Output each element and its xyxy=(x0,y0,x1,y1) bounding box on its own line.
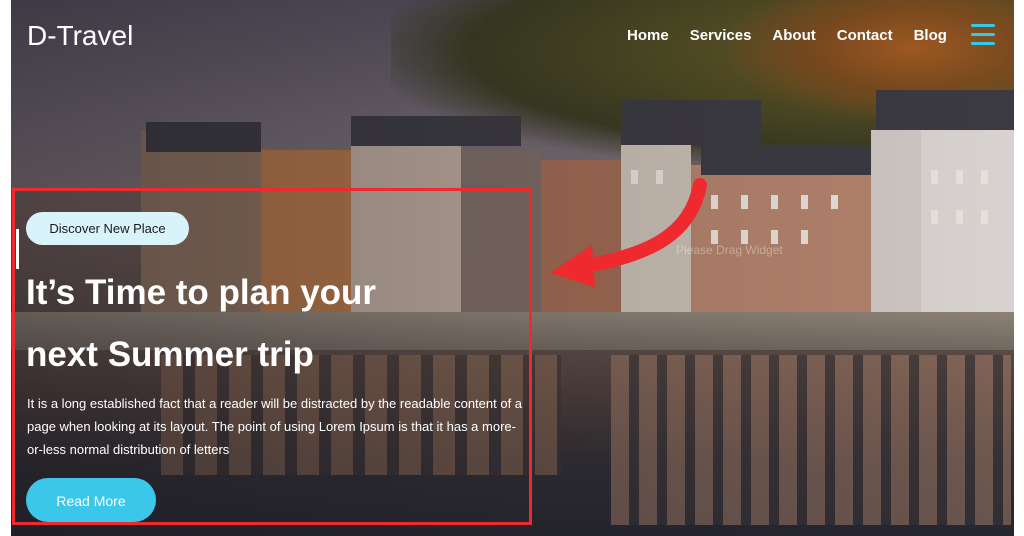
curved-arrow-icon xyxy=(550,178,707,287)
page-margin-right xyxy=(1014,0,1024,536)
main-nav: Home Services About Contact Blog xyxy=(627,27,947,44)
nav-link-contact[interactable]: Contact xyxy=(837,27,893,44)
annotation-highlight-box xyxy=(12,188,532,525)
nav-link-blog[interactable]: Blog xyxy=(914,27,947,44)
page-margin-left xyxy=(0,0,11,536)
nav-link-services[interactable]: Services xyxy=(690,27,752,44)
hamburger-icon[interactable] xyxy=(971,24,995,46)
site-logo[interactable]: D-Travel xyxy=(27,20,133,52)
nav-link-about[interactable]: About xyxy=(772,27,815,44)
nav-link-home[interactable]: Home xyxy=(627,27,669,44)
